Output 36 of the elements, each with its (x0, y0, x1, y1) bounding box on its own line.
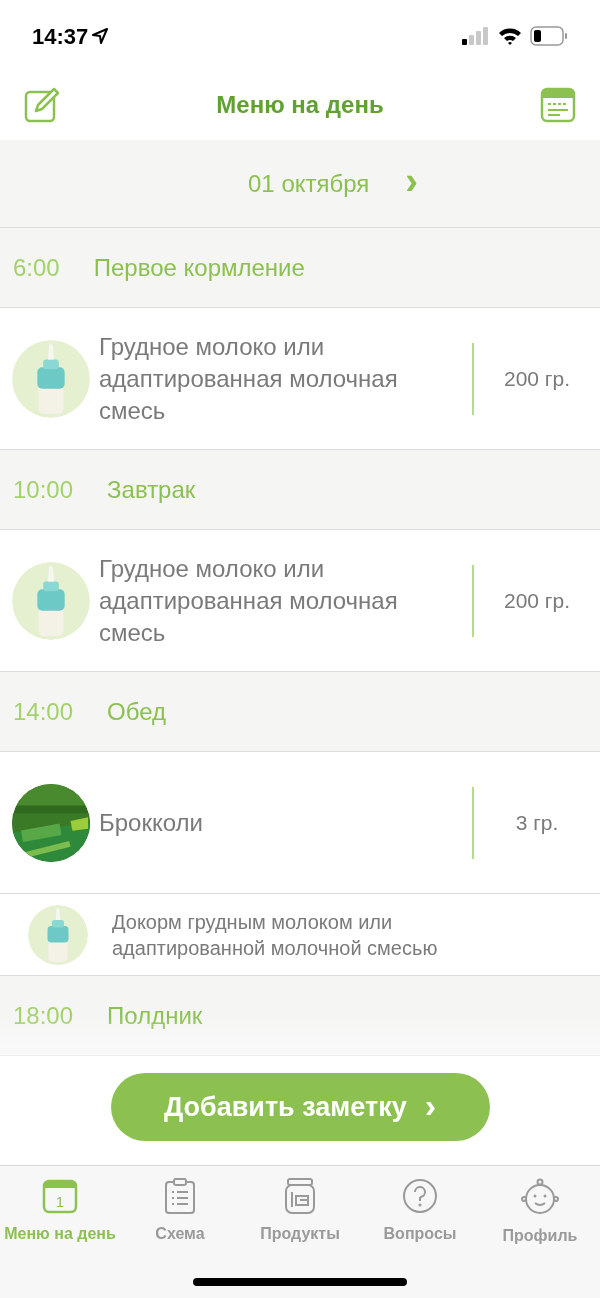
add-note-button[interactable]: Добавить заметку › (110, 1073, 490, 1141)
keyboard-calendar-icon[interactable] (540, 87, 576, 123)
meal-name: Завтрак (107, 474, 196, 505)
wifi-icon (498, 27, 522, 45)
meal-time: 6:00 (13, 252, 60, 283)
food-name: Грудное молоко или адаптированная молочная смесь (99, 331, 399, 426)
meal-name: Полдник (107, 1000, 203, 1031)
jar-icon (282, 1178, 318, 1214)
food-name: Брокколи (99, 807, 204, 838)
food-amount: 200 гр. (502, 365, 571, 392)
clipboard-icon (162, 1178, 198, 1214)
food-name: Грудное молоко или адаптированная молочная смесь (99, 553, 399, 648)
food-amount: 3 гр. (514, 809, 560, 836)
signal-icon (462, 27, 490, 45)
meal-name: Обед (107, 696, 167, 727)
tab-item[interactable]: Схема (120, 1178, 240, 1248)
meal-time: 10:00 (13, 474, 74, 505)
next-day-button[interactable]: › (405, 161, 418, 206)
calendar-icon: 1 (42, 1178, 78, 1214)
meal-name: Первое кормление (93, 252, 305, 283)
tab-item[interactable]: Вопросы (360, 1178, 480, 1248)
status-time: 14:37 (32, 22, 89, 51)
battery-icon (530, 26, 568, 46)
meal-time: 18:00 (13, 1000, 74, 1031)
edit-icon[interactable] (24, 87, 60, 123)
tab-item[interactable]: Профиль (480, 1178, 600, 1248)
meal-time: 14:00 (13, 696, 74, 727)
note-text: Докорм грудным молоком или адаптированной молочной смесью (112, 909, 439, 961)
food-amount: 200 гр. (502, 587, 571, 614)
location-arrow-icon (92, 28, 109, 44)
screen-title: Меню на день (216, 90, 384, 120)
tab-item[interactable]: Продукты (240, 1178, 360, 1248)
date-label: 01 октября (248, 168, 370, 199)
question-icon (402, 1178, 438, 1214)
baby-face-icon (521, 1178, 559, 1216)
tab-item[interactable]: 1 Меню на день (0, 1178, 120, 1248)
